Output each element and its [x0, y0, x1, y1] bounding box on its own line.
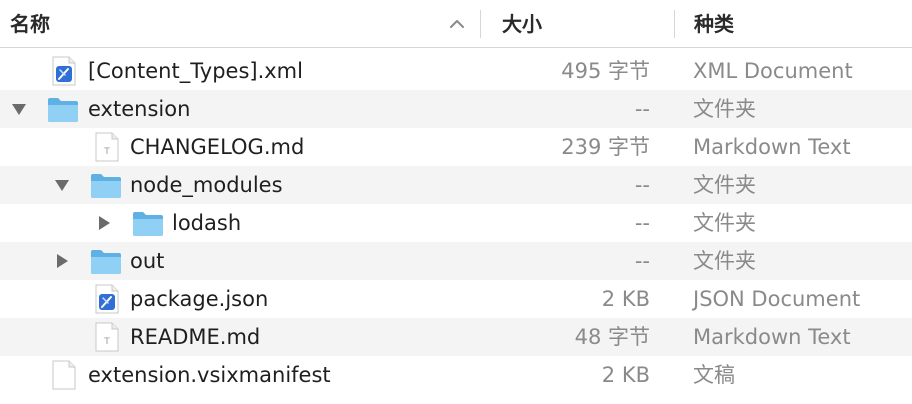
file-list: [Content_Types].xml 495 字节 XML Document …	[0, 52, 912, 394]
file-row[interactable]: T README.md 48 字节 Markdown Text	[0, 318, 912, 356]
file-kind: JSON Document	[693, 287, 861, 311]
file-row[interactable]: [Content_Types].xml 495 字节 XML Document	[0, 52, 912, 90]
file-name: lodash	[172, 211, 242, 235]
file-name: extension	[88, 97, 191, 121]
svg-text:T: T	[103, 337, 110, 347]
column-header-bar: 名称 大小 种类	[0, 0, 912, 48]
column-header-size[interactable]: 大小	[502, 0, 542, 48]
xml-file-icon	[52, 56, 76, 86]
file-name: node_modules	[130, 173, 283, 197]
file-row[interactable]: lodash -- 文件夹	[0, 204, 912, 242]
file-row[interactable]: extension.vsixmanifest 2 KB 文稿	[0, 356, 912, 394]
file-size: --	[634, 173, 650, 197]
file-row[interactable]: package.json 2 KB JSON Document	[0, 280, 912, 318]
column-divider[interactable]	[674, 10, 675, 38]
file-size: 2 KB	[601, 287, 650, 311]
text-file-icon: T	[95, 322, 119, 352]
json-file-icon	[95, 284, 119, 314]
file-row[interactable]: T CHANGELOG.md 239 字节 Markdown Text	[0, 128, 912, 166]
file-row[interactable]: out -- 文件夹	[0, 242, 912, 280]
file-name: [Content_Types].xml	[88, 59, 303, 83]
disclosure-expanded-icon[interactable]	[52, 175, 72, 195]
file-size: --	[634, 211, 650, 235]
file-kind: Markdown Text	[693, 325, 851, 349]
text-file-icon: T	[95, 132, 119, 162]
file-kind: 文件夹	[693, 173, 756, 197]
disclosure-collapsed-icon[interactable]	[94, 213, 114, 233]
document-file-icon	[52, 360, 76, 390]
file-row[interactable]: node_modules -- 文件夹	[0, 166, 912, 204]
file-kind: 文件夹	[693, 211, 756, 235]
folder-icon	[91, 250, 121, 274]
file-size: 239 字节	[561, 135, 650, 159]
file-name: CHANGELOG.md	[130, 135, 305, 159]
disclosure-expanded-icon[interactable]	[9, 99, 29, 119]
column-header-kind[interactable]: 种类	[694, 0, 734, 48]
disclosure-collapsed-icon[interactable]	[52, 251, 72, 271]
file-size: --	[634, 97, 650, 121]
column-header-name[interactable]: 名称	[10, 0, 50, 48]
folder-icon	[133, 212, 163, 236]
file-size: 495 字节	[561, 59, 650, 83]
file-kind: 文件夹	[693, 97, 756, 121]
file-name: package.json	[130, 287, 269, 311]
svg-text:T: T	[103, 147, 110, 157]
file-kind: Markdown Text	[693, 135, 851, 159]
file-name: README.md	[130, 325, 261, 349]
column-divider[interactable]	[480, 10, 481, 38]
file-kind: 文件夹	[693, 249, 756, 273]
folder-icon	[48, 98, 78, 122]
file-name: extension.vsixmanifest	[88, 363, 331, 387]
sort-ascending-icon[interactable]	[447, 14, 467, 34]
file-kind: XML Document	[693, 59, 853, 83]
file-kind: 文稿	[693, 363, 735, 387]
file-size: 48 字节	[574, 325, 650, 349]
file-size: --	[634, 249, 650, 273]
file-name: out	[130, 249, 165, 273]
file-row[interactable]: extension -- 文件夹	[0, 90, 912, 128]
file-size: 2 KB	[601, 363, 650, 387]
folder-icon	[91, 174, 121, 198]
